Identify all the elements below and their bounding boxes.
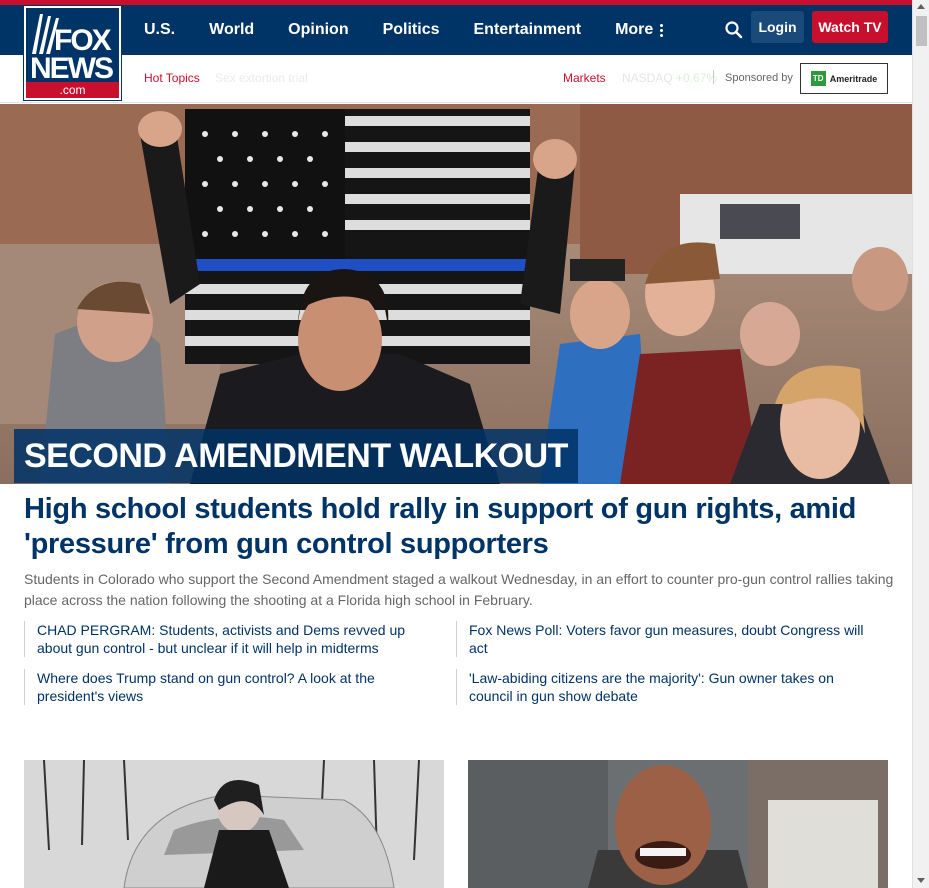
fox-news-logo[interactable]: FOX NEWS .com (23, 5, 122, 101)
related-link[interactable]: 'Law-abiding citizens are the majority':… (456, 669, 871, 705)
vintage-photo (24, 760, 444, 888)
nasdaq-label: NASDAQ (622, 71, 673, 85)
nav-more-label: More (615, 21, 654, 38)
nav-politics[interactable]: Politics (383, 21, 440, 39)
page: U.S. World Opinion Politics Entertainmen… (0, 0, 912, 888)
hero-dek: Students in Colorado who support the Sec… (24, 571, 894, 608)
hero-headline[interactable]: High school students hold rally in suppo… (24, 492, 884, 562)
search-icon[interactable] (722, 18, 746, 42)
watch-tv-button[interactable]: Watch TV (812, 11, 888, 43)
sponsor-name: Ameritrade (829, 73, 878, 84)
nasdaq-value: +0.67% (676, 71, 718, 85)
nav-world[interactable]: World (209, 21, 254, 39)
story-thumbnail[interactable] (24, 760, 444, 888)
hot-topic-link[interactable]: Sex extortion trial (215, 71, 308, 85)
related-link[interactable]: Fox News Poll: Voters favor gun measures… (456, 621, 871, 657)
more-dots-icon (660, 22, 664, 39)
top-nav-bar: U.S. World Opinion Politics Entertainmen… (0, 0, 912, 55)
sponsor-logo[interactable]: TD Ameritrade (800, 63, 888, 94)
markets-label[interactable]: Markets (563, 71, 606, 85)
sub-nav-bar: Hot Topics Sex extortion trial Markets N… (0, 55, 912, 103)
page-scrollbar[interactable] (912, 0, 929, 888)
nav-entertainment[interactable]: Entertainment (474, 21, 582, 39)
story-thumbnail[interactable] (468, 760, 888, 888)
celebrity-photo (468, 760, 888, 888)
logo-com-text: .com (26, 82, 119, 98)
scroll-up-arrow-icon[interactable] (917, 4, 925, 9)
scroll-down-arrow-icon[interactable] (917, 878, 925, 883)
main-nav: U.S. World Opinion Politics Entertainmen… (144, 5, 698, 55)
td-badge: TD (810, 71, 826, 86)
nav-opinion[interactable]: Opinion (288, 21, 348, 39)
nav-more[interactable]: More (615, 21, 664, 39)
hero-image[interactable] (0, 104, 912, 484)
nav-us[interactable]: U.S. (144, 21, 175, 39)
divider (713, 70, 714, 84)
hot-topics-label: Hot Topics (144, 71, 200, 85)
related-link[interactable]: CHAD PERGRAM: Students, activists and De… (24, 621, 439, 657)
logo-news-text: NEWS (30, 52, 114, 85)
related-link[interactable]: Where does Trump stand on gun control? A… (24, 669, 439, 705)
sponsored-label: Sponsored by (725, 72, 793, 84)
hero-photo (0, 104, 912, 484)
scrollbar-thumb[interactable] (916, 16, 927, 46)
hero-kicker[interactable]: SECOND AMENDMENT WALKOUT (14, 429, 578, 483)
login-button[interactable]: Login (751, 11, 804, 43)
